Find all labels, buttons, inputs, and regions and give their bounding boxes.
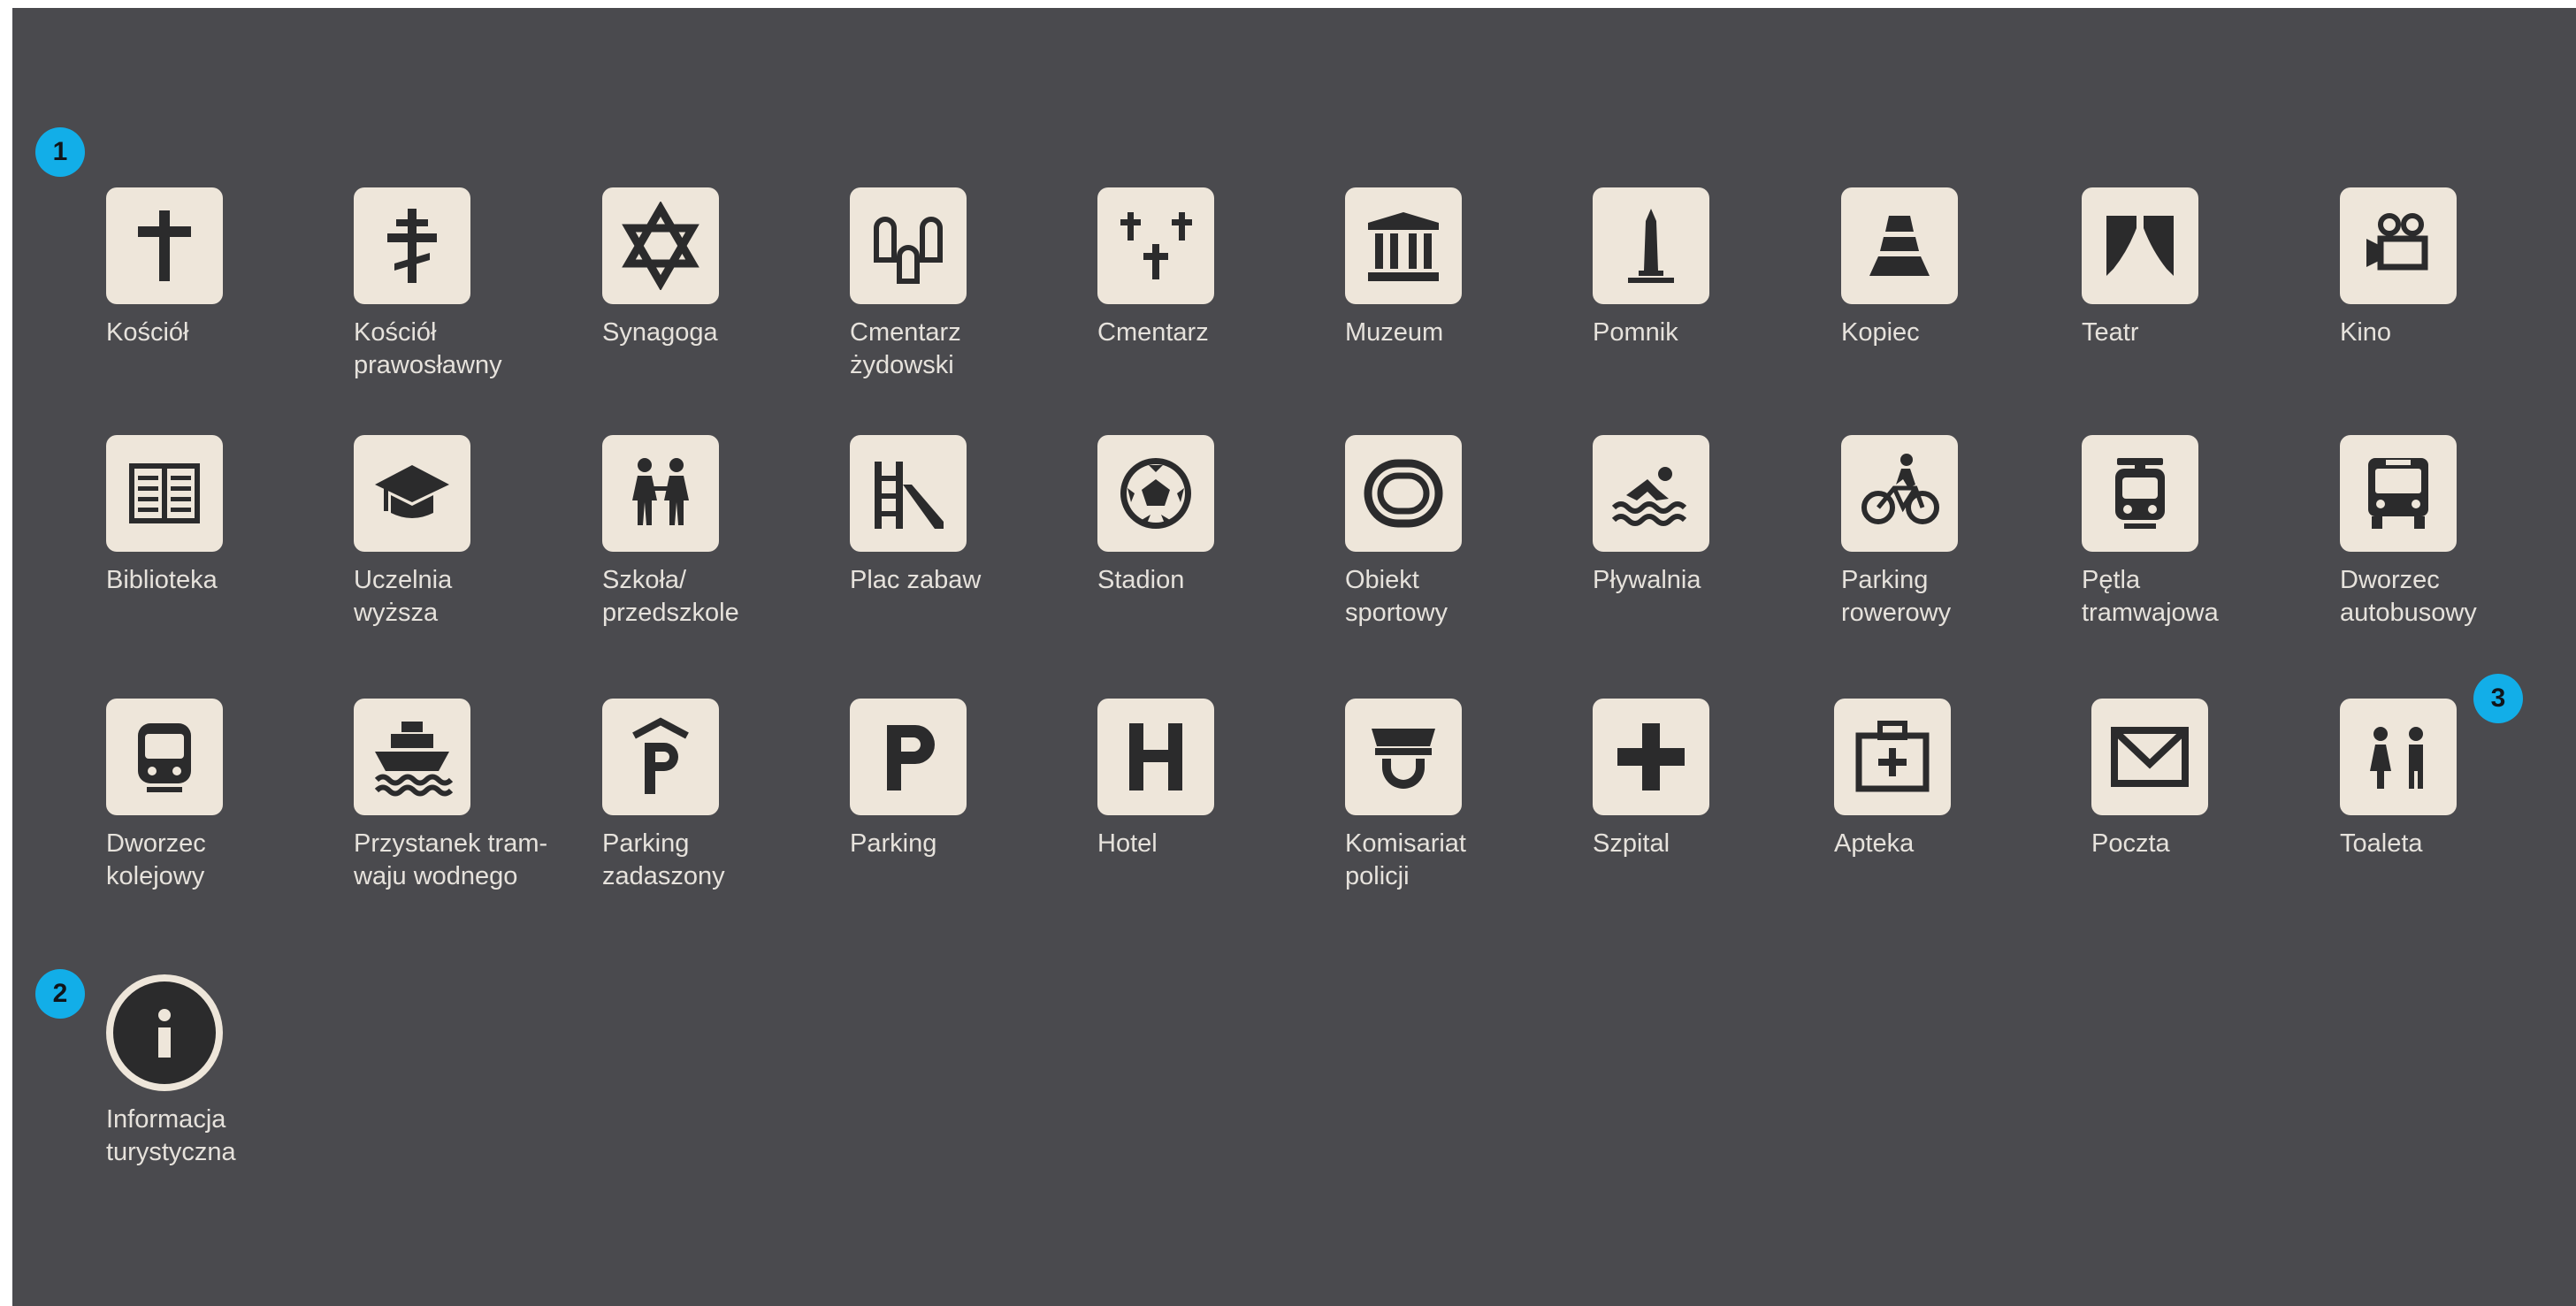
playground-slide-icon xyxy=(850,435,967,552)
legend-item: Kościół prawosławny xyxy=(354,187,584,382)
legend-item-label: Uczelnia wyższa xyxy=(354,566,453,627)
section-badge-2: 2 xyxy=(35,969,85,1019)
legend-item: Informacja turystyczna xyxy=(106,974,336,1169)
legend-item: Teatr xyxy=(2082,187,2312,349)
bus-icon xyxy=(2340,435,2457,552)
legend-item-label: Przystanek tram- waju wodnego xyxy=(354,829,548,890)
legend-item: Pływalnia xyxy=(1593,435,1823,597)
legend-item: Przystanek tram- waju wodnego xyxy=(354,699,584,893)
theatre-curtain-icon xyxy=(2082,187,2198,304)
parking-icon xyxy=(850,699,967,815)
legend-item-label: Cmentarz xyxy=(1097,318,1209,347)
legend-item-label: Pomnik xyxy=(1593,318,1678,347)
legend-item-label: Muzeum xyxy=(1345,318,1444,347)
section-badge-1: 1 xyxy=(35,127,85,177)
legend-item: Stadion xyxy=(1097,435,1327,597)
legend-item: Cmentarz żydowski xyxy=(850,187,1080,382)
legend-item: Hotel xyxy=(1097,699,1327,860)
star-of-david-icon xyxy=(602,187,719,304)
book-icon xyxy=(106,435,223,552)
legend-item-label: Parking xyxy=(850,829,937,858)
legend-item-label: Informacja turystyczna xyxy=(106,1105,236,1166)
legend-item-label: Hotel xyxy=(1097,829,1158,858)
hotel-icon xyxy=(1097,699,1214,815)
legend-item-label: Cmentarz żydowski xyxy=(850,318,961,379)
legend-item-label: Dworzec autobusowy xyxy=(2340,566,2477,627)
covered-parking-icon xyxy=(602,699,719,815)
toilet-icon xyxy=(2340,699,2457,815)
legend-item: Obiekt sportowy xyxy=(1345,435,1575,630)
orthodox-cross-icon xyxy=(354,187,470,304)
legend-item-label: Szkoła/ przedszkole xyxy=(602,566,739,627)
legend-item: Pętla tramwajowa xyxy=(2082,435,2312,630)
jewish-cemetery-icon xyxy=(850,187,967,304)
legend-item-label: Parking zadaszony xyxy=(602,829,725,890)
sports-track-icon xyxy=(1345,435,1462,552)
mound-icon xyxy=(1841,187,1958,304)
legend-item-label: Synagoga xyxy=(602,318,718,347)
legend-item: Biblioteka xyxy=(106,435,336,597)
legend-item-label: Apteka xyxy=(1834,829,1915,858)
legend-item: Parking zadaszony xyxy=(602,699,832,893)
legend-item: Szpital xyxy=(1593,699,1823,860)
legend-item: Apteka xyxy=(1834,699,2064,860)
legend-item: Poczta xyxy=(2091,699,2321,860)
police-cap-icon xyxy=(1345,699,1462,815)
graduation-cap-icon xyxy=(354,435,470,552)
legend-item: Synagoga xyxy=(602,187,832,349)
legend-item: Toaleta xyxy=(2340,699,2570,860)
legend-item-label: Dworzec kolejowy xyxy=(106,829,206,890)
legend-item: Parking xyxy=(850,699,1080,860)
legend-item-label: Kościół xyxy=(106,318,189,347)
legend-item-label: Stadion xyxy=(1097,566,1185,594)
legend-item-label: Szpital xyxy=(1593,829,1670,858)
info-icon xyxy=(106,974,223,1091)
legend-item: Muzeum xyxy=(1345,187,1575,349)
movie-camera-icon xyxy=(2340,187,2457,304)
legend-item: Parking rowerowy xyxy=(1841,435,2071,630)
envelope-icon xyxy=(2091,699,2208,815)
legend-item: Kościół xyxy=(106,187,336,349)
legend-item-label: Biblioteka xyxy=(106,566,218,594)
legend-item: Dworzec kolejowy xyxy=(106,699,336,893)
legend-item-label: Komisariat policji xyxy=(1345,829,1466,890)
hospital-cross-icon xyxy=(1593,699,1709,815)
legend-item: Dworzec autobusowy xyxy=(2340,435,2570,630)
bicycle-icon xyxy=(1841,435,1958,552)
legend-item-label: Pływalnia xyxy=(1593,566,1701,594)
tram-icon xyxy=(2082,435,2198,552)
school-children-icon xyxy=(602,435,719,552)
legend-item-label: Kino xyxy=(2340,318,2392,347)
legend-item: Pomnik xyxy=(1593,187,1823,349)
pharmacy-kit-icon xyxy=(1834,699,1951,815)
water-tram-icon xyxy=(354,699,470,815)
legend-item-label: Obiekt sportowy xyxy=(1345,566,1449,627)
cemetery-crosses-icon xyxy=(1097,187,1214,304)
museum-icon xyxy=(1345,187,1462,304)
legend-item-label: Teatr xyxy=(2082,318,2139,347)
legend-item-label: Parking rowerowy xyxy=(1841,566,1952,627)
swimmer-icon xyxy=(1593,435,1709,552)
legend-item-label: Kopiec xyxy=(1841,318,1920,347)
church-cross-icon xyxy=(106,187,223,304)
monument-icon xyxy=(1593,187,1709,304)
legend-item-label: Poczta xyxy=(2091,829,2170,858)
legend-item: Kino xyxy=(2340,187,2570,349)
legend-item: Uczelnia wyższa xyxy=(354,435,584,630)
legend-item-label: Plac zabaw xyxy=(850,566,982,594)
legend-item: Komisariat policji xyxy=(1345,699,1575,893)
legend-item-label: Pętla tramwajowa xyxy=(2082,566,2219,627)
legend-item-label: Kościół prawosławny xyxy=(354,318,502,379)
legend-item: Szkoła/ przedszkole xyxy=(602,435,832,630)
legend-item: Plac zabaw xyxy=(850,435,1080,597)
legend-item: Kopiec xyxy=(1841,187,2071,349)
football-icon xyxy=(1097,435,1214,552)
legend-item: Cmentarz xyxy=(1097,187,1327,349)
legend-item-label: Toaleta xyxy=(2340,829,2423,858)
train-icon xyxy=(106,699,223,815)
